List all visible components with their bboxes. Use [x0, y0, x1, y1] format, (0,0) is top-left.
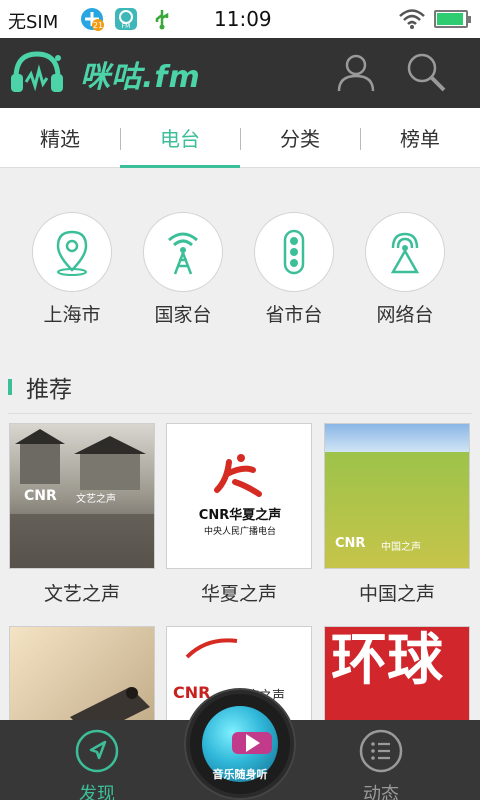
battery-level [437, 13, 463, 25]
nav-activity[interactable]: 动态 [336, 728, 426, 800]
category-national[interactable]: 国家台 [128, 212, 238, 327]
battery-icon [434, 10, 471, 28]
play-icon [246, 734, 260, 752]
tab-charts[interactable]: 榜单 [360, 108, 480, 167]
player-caption: 音乐随身听 [212, 768, 268, 781]
app-brand-name: 咪咕.fm [80, 60, 201, 95]
carrier-label: 无SIM [8, 12, 59, 33]
traffic-light-icon [254, 212, 334, 292]
clock-time: 11:09 [214, 7, 272, 31]
list-icon [359, 729, 403, 773]
station-name: 中国之声 [358, 583, 435, 605]
tab-radio[interactable]: 电台 [120, 108, 240, 168]
category-label: 国家台 [154, 304, 212, 326]
compass-icon [75, 729, 119, 773]
category-label: 省市台 [265, 304, 323, 326]
fm-radio-icon: FM [114, 7, 138, 31]
station-name: 华夏之声 [200, 583, 277, 605]
station-logo-text: 环球 [331, 628, 443, 693]
headphones-logo-icon [8, 46, 66, 100]
section-title: 推荐 [26, 377, 72, 403]
location-pin-icon [32, 212, 112, 292]
station-logo-text: CNR华夏之声 [198, 508, 282, 523]
nav-discover[interactable]: 发现 [52, 728, 142, 800]
antenna-icon [365, 212, 445, 292]
player-disc-icon: 音乐随身听 [202, 706, 278, 782]
notification-plus-icon: 21 [80, 7, 104, 31]
tab-categories[interactable]: 分类 [240, 108, 360, 167]
station-logo-text: CNR [335, 536, 366, 551]
station-thumbnail: CNR 中国之声 [324, 423, 470, 569]
station-logo-text: CNR [173, 683, 211, 702]
station-overlay-text: 中国之声 [381, 542, 421, 553]
category-label: 上海市 [43, 304, 101, 326]
usb-icon [150, 7, 174, 31]
music-player-button[interactable]: 音乐随身听 [186, 690, 294, 798]
top-tab-bar: 精选 电台 分类 榜单 [0, 108, 480, 168]
tab-featured[interactable]: 精选 [0, 108, 120, 167]
category-provincial[interactable]: 省市台 [239, 212, 349, 327]
station-overlay-text: 文艺之声 [76, 494, 116, 505]
station-card[interactable]: CNR华夏之声 中央人民广播电台 华夏之声 [166, 423, 312, 606]
status-bar: 无SIM 21 FM 11:09 [0, 0, 480, 38]
nav-activity-label: 动态 [363, 784, 399, 800]
app-header: 咪咕.fm [0, 38, 480, 108]
broadcast-tower-icon [143, 212, 223, 292]
category-shanghai[interactable]: 上海市 [17, 212, 127, 327]
search-icon[interactable] [404, 50, 448, 94]
category-label: 网络台 [376, 304, 434, 326]
fm-icon-text: FM [122, 23, 131, 30]
station-categories: 上海市 国家台 省市台 网络台 [0, 212, 480, 332]
station-thumbnail: CNR 文艺之声 [9, 423, 155, 569]
station-name: 文艺之声 [43, 583, 120, 605]
station-card[interactable]: CNR 中国之声 中国之声 [324, 423, 470, 606]
station-card[interactable]: CNR 文艺之声 文艺之声 [9, 423, 155, 606]
nav-discover-label: 发现 [79, 784, 115, 800]
notification-badge: 21 [93, 21, 103, 30]
category-online[interactable]: 网络台 [350, 212, 460, 327]
recommend-section-header: 推荐 [8, 368, 472, 414]
station-sub-text: 中央人民广播电台 [203, 527, 276, 537]
user-profile-icon[interactable] [334, 50, 378, 94]
section-accent-bar [8, 379, 12, 395]
wifi-icon [398, 7, 426, 31]
station-thumbnail: CNR华夏之声 中央人民广播电台 [166, 423, 312, 569]
station-logo-text: CNR [24, 488, 57, 504]
